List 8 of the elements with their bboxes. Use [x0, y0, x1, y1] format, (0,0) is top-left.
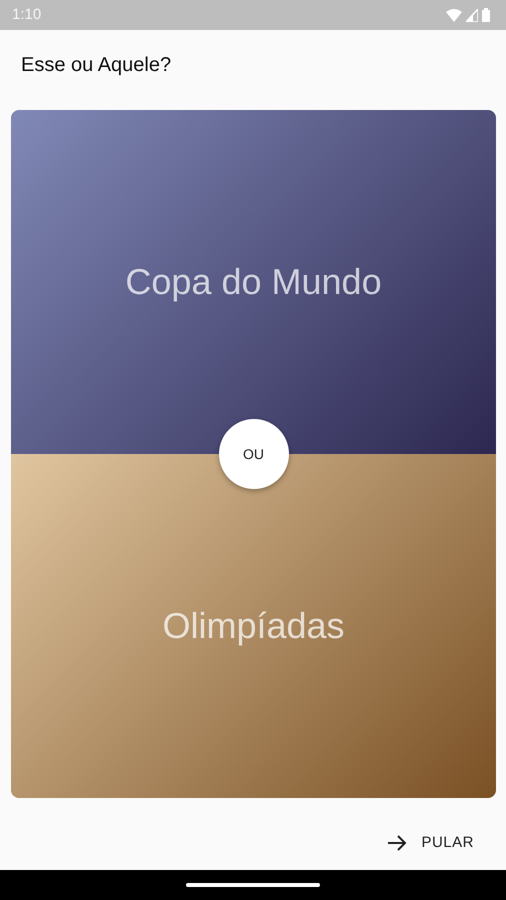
status-time: 1:10	[12, 4, 42, 25]
screen-title: Esse ou Aquele?	[21, 54, 172, 76]
battery-icon	[482, 8, 490, 22]
home-indicator[interactable]	[186, 883, 320, 887]
arrow-right-icon	[387, 835, 408, 852]
skip-button[interactable]: PULAR	[375, 824, 486, 862]
signal-icon	[466, 8, 478, 22]
wifi-icon	[446, 8, 462, 22]
